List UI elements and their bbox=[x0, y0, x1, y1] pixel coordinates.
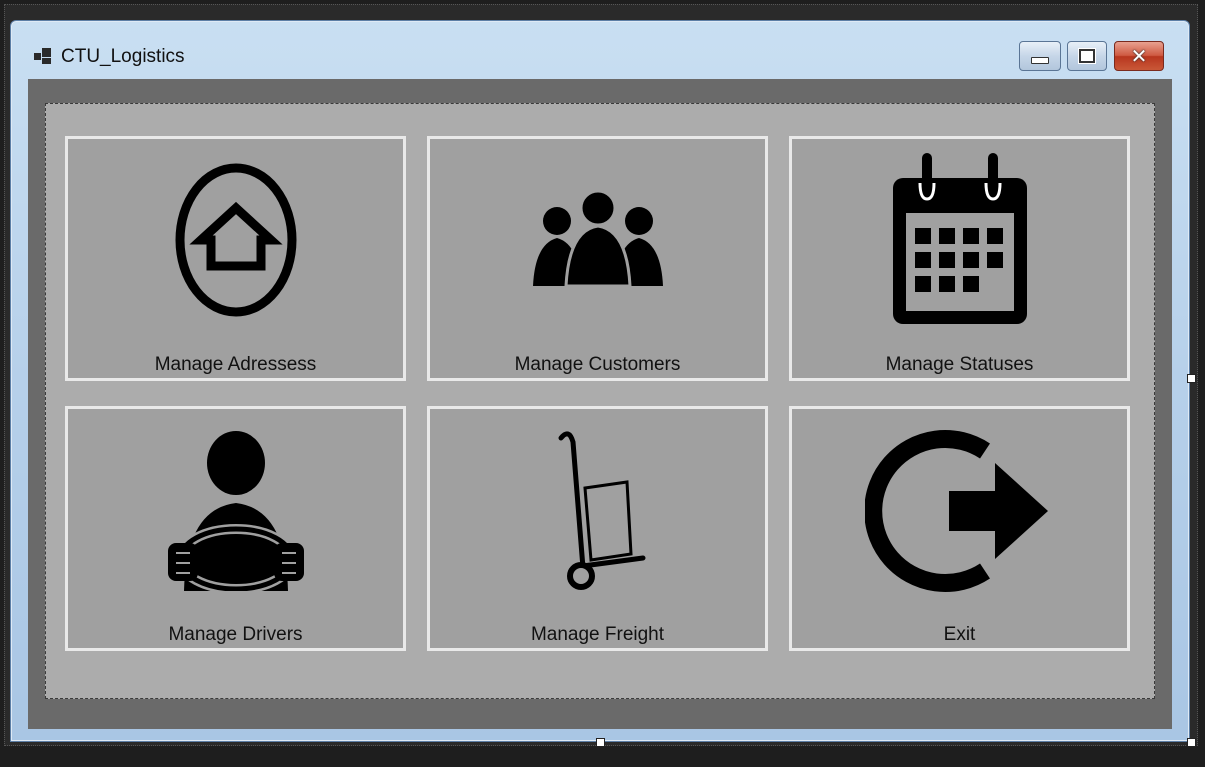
exit-button[interactable]: Exit bbox=[789, 406, 1130, 651]
manage-addresses-button[interactable]: Manage Adressess bbox=[65, 136, 406, 381]
window-title: CTU_Logistics bbox=[61, 46, 185, 67]
exit-label: Exit bbox=[943, 624, 976, 645]
manage-freight-button[interactable]: Manage Freight bbox=[427, 406, 768, 651]
minimize-icon bbox=[1031, 56, 1049, 64]
app-icon bbox=[34, 48, 52, 64]
home-circle-icon bbox=[175, 163, 296, 317]
exit-arrow-icon bbox=[864, 429, 1048, 592]
resize-handle-right[interactable] bbox=[1187, 374, 1196, 383]
hand-truck-icon bbox=[558, 431, 645, 590]
manage-statuses-button[interactable]: Manage Statuses bbox=[789, 136, 1130, 381]
maximize-button[interactable] bbox=[1067, 41, 1107, 71]
manage-drivers-button[interactable]: Manage Drivers bbox=[65, 406, 406, 651]
manage-freight-label: Manage Freight bbox=[530, 624, 665, 645]
manage-statuses-label: Manage Statuses bbox=[885, 354, 1034, 375]
manage-customers-label: Manage Customers bbox=[514, 354, 681, 375]
calendar-icon bbox=[892, 153, 1027, 324]
resize-handle-bottom[interactable] bbox=[596, 738, 605, 747]
close-button[interactable]: ✕ bbox=[1114, 41, 1164, 71]
minimize-button[interactable] bbox=[1019, 41, 1061, 71]
main-form-window: CTU_Logistics ✕ Manage Adressess Manage … bbox=[10, 20, 1190, 742]
people-group-icon bbox=[532, 189, 663, 287]
manage-customers-button[interactable]: Manage Customers bbox=[427, 136, 768, 381]
close-icon: ✕ bbox=[1130, 44, 1148, 68]
menu-panel: Manage Adressess Manage Customers Manage… bbox=[45, 103, 1155, 699]
title-bar[interactable]: CTU_Logistics ✕ bbox=[11, 21, 1189, 79]
manage-addresses-label: Manage Adressess bbox=[154, 354, 317, 375]
resize-handle-corner[interactable] bbox=[1187, 738, 1196, 747]
driver-steering-wheel-icon bbox=[167, 430, 304, 591]
manage-drivers-label: Manage Drivers bbox=[168, 624, 303, 645]
maximize-icon bbox=[1079, 49, 1095, 63]
form-client-area: Manage Adressess Manage Customers Manage… bbox=[28, 79, 1172, 729]
